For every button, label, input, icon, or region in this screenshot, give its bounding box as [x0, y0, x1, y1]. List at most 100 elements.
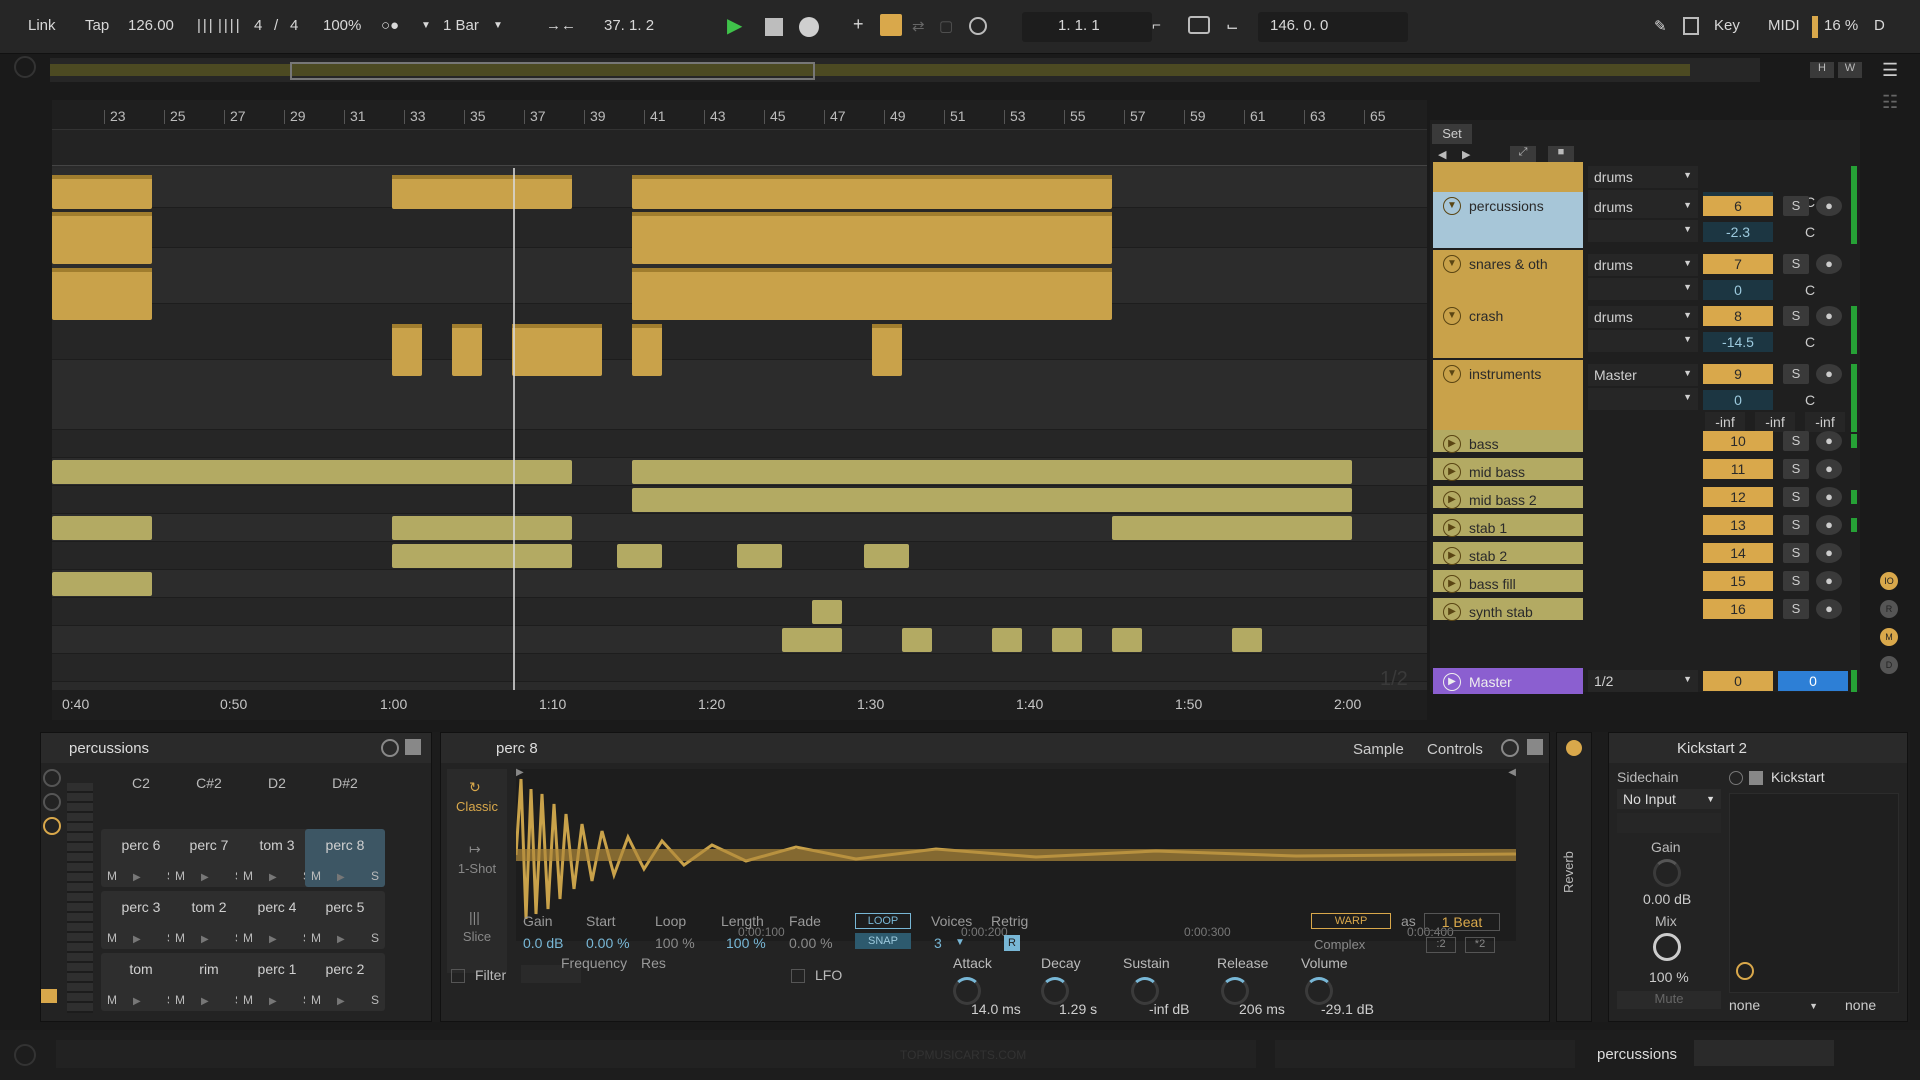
- arrangement-clip[interactable]: [992, 628, 1022, 652]
- gain-knob[interactable]: [1653, 859, 1681, 887]
- track-name[interactable]: ▶ stab 2: [1433, 542, 1583, 565]
- end-marker-icon[interactable]: ◀: [1508, 767, 1516, 778]
- play-icon[interactable]: ▶: [1443, 603, 1461, 621]
- solo-button[interactable]: S: [1783, 571, 1809, 591]
- returns-toggle-icon[interactable]: R: [1880, 600, 1898, 618]
- mixer-toggle-icon[interactable]: ☷: [1882, 92, 1898, 113]
- arrangement-clip[interactable]: [52, 212, 152, 264]
- play-icon[interactable]: ▶: [1443, 673, 1461, 691]
- device-on-icon[interactable]: [1566, 740, 1582, 756]
- arrangement-overview[interactable]: H W: [50, 58, 1862, 82]
- pad-play-icon[interactable]: ▶: [269, 934, 277, 945]
- arrangement-clip[interactable]: [737, 544, 782, 568]
- track-lane[interactable]: [52, 570, 1427, 598]
- start-marker-icon[interactable]: ▶: [516, 767, 524, 778]
- arm-icon[interactable]: ●: [1816, 306, 1842, 326]
- follow-icon[interactable]: ○●: [381, 17, 399, 34]
- solo-button[interactable]: S: [1783, 487, 1809, 507]
- mode-one-shot[interactable]: 1-Shot: [451, 861, 503, 876]
- lock-icon[interactable]: ■: [1548, 146, 1574, 162]
- arrangement-clip[interactable]: [52, 268, 152, 320]
- double-button[interactable]: *2: [1465, 937, 1495, 953]
- arrangement-clip[interactable]: [1232, 628, 1262, 652]
- arm-icon[interactable]: ●: [1816, 196, 1842, 216]
- io-toggle-icon[interactable]: IO: [1880, 572, 1898, 590]
- slice-mode-icon[interactable]: |||: [469, 909, 480, 925]
- track-header[interactable]: ▶ stab 1 13 S ●: [1433, 514, 1860, 537]
- warp-beats-field[interactable]: 1 Beat: [1424, 913, 1500, 931]
- track-lane[interactable]: [52, 430, 1427, 458]
- save-preset-icon[interactable]: [405, 739, 421, 755]
- loop-length[interactable]: 146. 0. 0: [1270, 17, 1328, 34]
- arm-icon[interactable]: ●: [1816, 487, 1842, 507]
- arrangement-clip[interactable]: [864, 544, 909, 568]
- overview-w-button[interactable]: W: [1838, 62, 1862, 78]
- record-icon[interactable]: [799, 17, 819, 37]
- track-header[interactable]: ▶ bass 10 S ●: [1433, 430, 1860, 453]
- track-overview-thumbnail[interactable]: [1694, 1040, 1834, 1066]
- arrangement-clip[interactable]: [52, 572, 152, 596]
- back-arrow-icon[interactable]: ◀: [1438, 148, 1446, 161]
- arrangement-clip[interactable]: [512, 324, 602, 376]
- track-name[interactable]: ▼ crash: [1433, 302, 1583, 358]
- pad-mute-button[interactable]: M: [107, 993, 117, 1007]
- track-header[interactable]: ▼ snares & oth drums 7S ● 0C: [1433, 250, 1860, 302]
- track-name[interactable]: ▶ bass fill: [1433, 570, 1583, 593]
- pan-field[interactable]: C: [1790, 280, 1830, 300]
- loop-toggle[interactable]: LOOP: [855, 913, 911, 929]
- arrangement-position-icon[interactable]: →←: [546, 17, 576, 34]
- pad-play-icon[interactable]: ▶: [269, 872, 277, 883]
- automation-arm-icon[interactable]: [880, 14, 902, 36]
- beat-ruler[interactable]: 23 25 27 29 31 33 35 37 39 41 43 45 47 49 51 53 55 57 59 61…: [52, 100, 1427, 130]
- track-name[interactable]: ▶ mid bass 2: [1433, 486, 1583, 509]
- set-button[interactable]: Set: [1432, 124, 1472, 144]
- arrangement-clip[interactable]: [52, 516, 152, 540]
- expand-icon[interactable]: ⤢: [1510, 146, 1536, 162]
- arrangement-lanes[interactable]: [52, 130, 1427, 690]
- pad-play-icon[interactable]: ▶: [133, 996, 141, 1007]
- pad-view-icon[interactable]: [43, 817, 61, 835]
- track-lane[interactable]: [52, 654, 1427, 682]
- arrangement-clip[interactable]: [872, 324, 902, 376]
- solo-button[interactable]: S: [1783, 364, 1809, 384]
- output-routing-select[interactable]: drums: [1588, 166, 1698, 188]
- arrangement-clip[interactable]: [632, 268, 1112, 320]
- lfo-toggle[interactable]: [791, 969, 805, 983]
- plugin-knob-icon[interactable]: [1736, 962, 1754, 980]
- track-activator[interactable]: 10: [1703, 431, 1773, 451]
- solo-button[interactable]: S: [1783, 515, 1809, 535]
- track-lane[interactable]: [52, 626, 1427, 654]
- track-header[interactable]: ▶ bass fill 15 S ●: [1433, 570, 1860, 593]
- arm-icon[interactable]: ●: [1816, 543, 1842, 563]
- chevron-down-icon[interactable]: ▼: [421, 20, 431, 31]
- track-header[interactable]: ▼instrumentsMaster9S●0C-inf-inf-inf: [1433, 360, 1860, 436]
- master-track[interactable]: ▶ Master 1/2 0 0: [1433, 668, 1860, 694]
- master-track-name[interactable]: ▶ Master: [1433, 668, 1583, 694]
- play-icon[interactable]: ▶: [1443, 575, 1461, 593]
- arm-icon[interactable]: ●: [1816, 571, 1842, 591]
- session-record-icon[interactable]: [969, 17, 987, 35]
- volume-field[interactable]: 0: [1703, 390, 1773, 410]
- loop-value[interactable]: 100 %: [655, 935, 695, 951]
- pad-play-icon[interactable]: ▶: [201, 872, 209, 883]
- save-preset-icon[interactable]: [1527, 739, 1543, 755]
- track-header[interactable]: ▶ mid bass 11 S ●: [1433, 458, 1860, 481]
- mode-slice[interactable]: Slice: [451, 929, 503, 944]
- fade-value[interactable]: 0.00 %: [789, 935, 833, 951]
- pad-solo-button[interactable]: S: [371, 869, 379, 883]
- chain-list-icon[interactable]: [43, 793, 61, 811]
- solo-button[interactable]: S: [1783, 431, 1809, 451]
- loop-switch-icon[interactable]: [1188, 16, 1210, 34]
- pad-play-icon[interactable]: ▶: [133, 934, 141, 945]
- pad-mute-button[interactable]: M: [175, 993, 185, 1007]
- key-map-button[interactable]: Key: [1714, 17, 1740, 34]
- arrangement-clip[interactable]: [632, 175, 1112, 209]
- pad-mute-button[interactable]: M: [243, 869, 253, 883]
- signature-denominator[interactable]: 4: [290, 17, 298, 34]
- track-activator[interactable]: 11: [1703, 459, 1773, 479]
- track-activator[interactable]: 12: [1703, 487, 1773, 507]
- pan-field[interactable]: C: [1790, 332, 1830, 352]
- loop-start[interactable]: 1. 1. 1: [1058, 17, 1100, 34]
- track-name[interactable]: ▼ instruments: [1433, 360, 1583, 436]
- snap-toggle[interactable]: SNAP: [855, 933, 911, 949]
